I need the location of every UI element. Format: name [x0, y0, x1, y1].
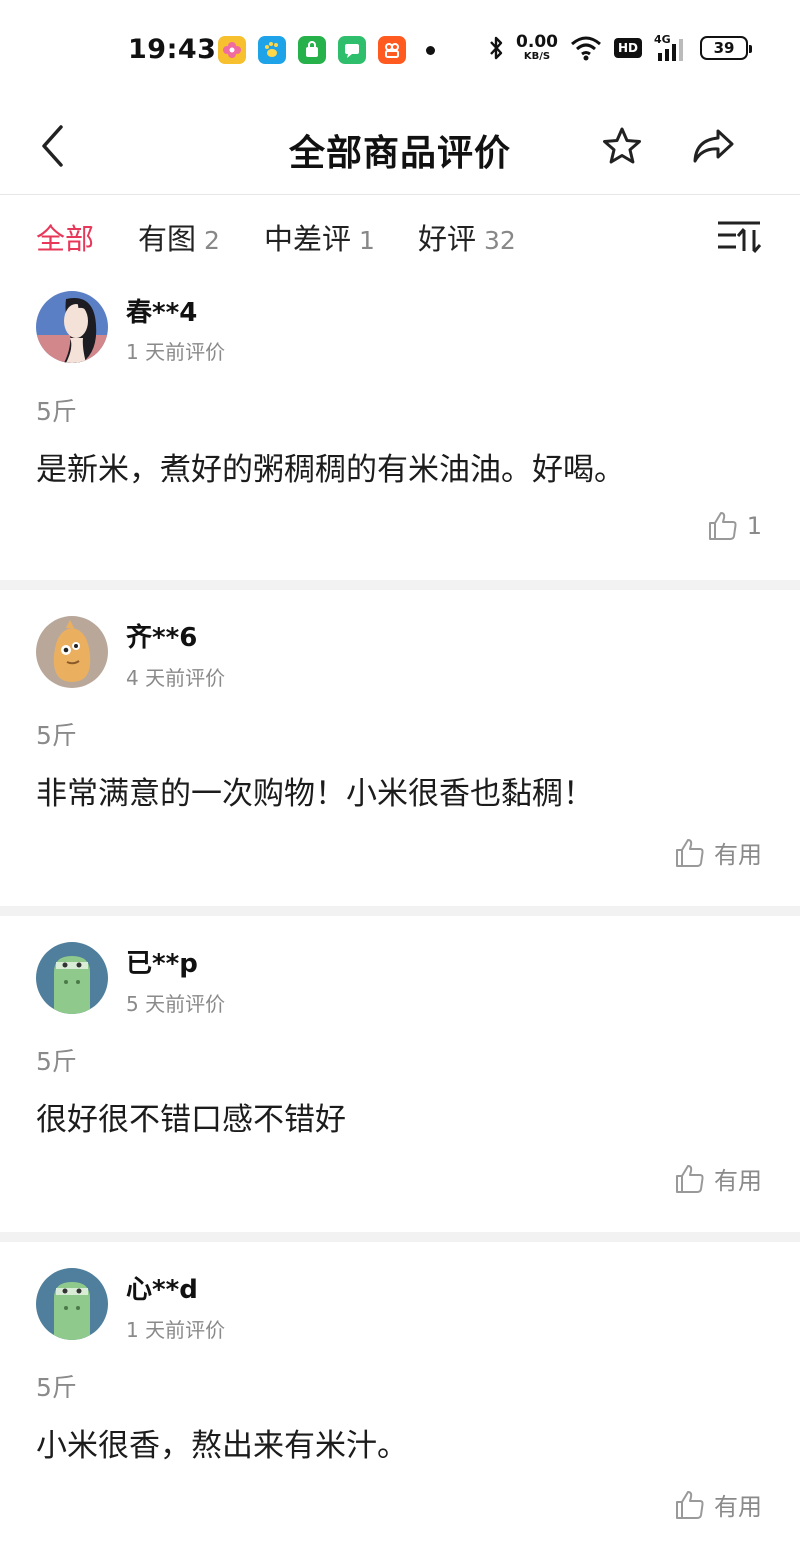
- tab-all[interactable]: 全部: [36, 216, 94, 258]
- review-divider: [0, 1232, 800, 1242]
- sort-icon: [718, 221, 762, 253]
- tab-negative-count: 1: [359, 226, 375, 255]
- review-divider: [0, 906, 800, 916]
- filter-tabs: 全部 有图 2 中差评 1 好评 32: [0, 196, 800, 282]
- product-spec: 5斤: [36, 397, 77, 426]
- notification-app-icons: [218, 36, 406, 64]
- battery-icon: 39: [700, 36, 752, 60]
- status-bar: 19:43 0.00 KB/S HD 4G 39: [0, 0, 800, 100]
- username: 春**4: [126, 298, 198, 328]
- product-spec: 5斤: [36, 1373, 77, 1402]
- thumbs-up-icon: [708, 512, 737, 540]
- status-time: 19:43: [128, 34, 217, 65]
- paw-app-icon: [258, 36, 286, 64]
- flower-app-icon: [218, 36, 246, 64]
- review-text: 很好很不错口感不错好: [36, 1102, 346, 1138]
- cartoon-chick-avatar-icon: [36, 616, 108, 688]
- review-item: 春**4 1 天前评价 5斤 是新米，煮好的粥稠稠的有米油油。好喝。 1: [0, 282, 800, 580]
- page-title: 全部商品评价: [288, 133, 511, 174]
- avatar[interactable]: [36, 1268, 108, 1340]
- like-label: 1: [746, 512, 762, 540]
- green-monster-avatar-icon: [36, 942, 108, 1014]
- status-indicators: 0.00 KB/S HD 4G 39: [488, 33, 752, 62]
- hd-badge: HD: [613, 38, 642, 58]
- product-spec: 5斤: [36, 1047, 77, 1076]
- avatar[interactable]: [36, 942, 108, 1014]
- thumbs-up-icon: [676, 838, 704, 867]
- bluetooth-icon: [490, 36, 503, 60]
- review-item: 心**d 1 天前评价 5斤 小米很香，熬出来有米汁。 有用: [0, 1242, 800, 1541]
- like-button[interactable]: 有用: [674, 835, 762, 870]
- review-text: 小米很香，熬出来有米汁。: [36, 1428, 408, 1464]
- like-label: 有用: [714, 841, 762, 869]
- review-date: 5 天前评价: [126, 992, 226, 1016]
- tab-with-images-count: 2: [204, 226, 220, 255]
- like-label: 有用: [714, 1493, 762, 1521]
- product-spec: 5斤: [36, 721, 77, 750]
- cellular-signal-icon: 4G: [654, 33, 688, 61]
- kuaishou-app-icon: [378, 36, 406, 64]
- woman-portrait-avatar-icon: [36, 291, 108, 363]
- review-text: 非常满意的一次购物！小米很香也黏稠！: [36, 776, 594, 812]
- review-item: 齐**6 4 天前评价 5斤 非常满意的一次购物！小米很香也黏稠！ 有用: [0, 590, 800, 906]
- username: 齐**6: [126, 623, 198, 653]
- avatar[interactable]: [36, 291, 108, 363]
- tab-positive[interactable]: 好评 32: [418, 216, 516, 258]
- username: 已**p: [126, 949, 198, 979]
- tab-with-images-label: 有图: [138, 222, 197, 256]
- network-speed: 0.00 KB/S: [516, 34, 558, 62]
- chat-app-icon: [338, 36, 366, 64]
- shopping-bag-app-icon: [298, 36, 326, 64]
- username: 心**d: [126, 1275, 198, 1305]
- review-text: 是新米，煮好的粥稠稠的有米油油。好喝。: [36, 452, 625, 488]
- like-button[interactable]: 有用: [674, 1161, 762, 1196]
- tab-all-label: 全部: [36, 222, 95, 256]
- thumbs-up-icon: [676, 1164, 704, 1193]
- like-button[interactable]: 1: [707, 510, 762, 542]
- network-speed-unit: KB/S: [523, 51, 551, 62]
- share-arrow-icon: [693, 129, 734, 163]
- like-button[interactable]: 有用: [674, 1487, 762, 1522]
- review-date: 1 天前评价: [126, 340, 226, 364]
- green-monster-avatar-icon: [36, 1268, 108, 1340]
- tab-positive-count: 32: [484, 226, 516, 255]
- star-icon: [603, 127, 641, 164]
- review-divider: [0, 580, 800, 590]
- review-date: 1 天前评价: [126, 1318, 226, 1342]
- tab-with-images[interactable]: 有图 2: [138, 216, 220, 258]
- thumbs-up-icon: [676, 1490, 704, 1519]
- review-date: 4 天前评价: [126, 666, 226, 690]
- tab-negative[interactable]: 中差评 1: [264, 216, 375, 258]
- like-label: 有用: [714, 1167, 762, 1195]
- share-button[interactable]: [686, 120, 740, 172]
- review-item: 已**p 5 天前评价 5斤 很好很不错口感不错好 有用: [0, 916, 800, 1232]
- nav-header: 全部商品评价: [0, 100, 800, 195]
- avatar[interactable]: [36, 616, 108, 688]
- network-speed-value: 0.00: [516, 32, 558, 52]
- notification-dot: [426, 46, 435, 55]
- battery-level: 39: [713, 39, 735, 57]
- tab-negative-label: 中差评: [264, 222, 352, 256]
- wifi-icon: [571, 36, 601, 61]
- sort-button[interactable]: [714, 216, 764, 256]
- favorite-button[interactable]: [596, 120, 648, 172]
- tab-positive-label: 好评: [418, 222, 477, 256]
